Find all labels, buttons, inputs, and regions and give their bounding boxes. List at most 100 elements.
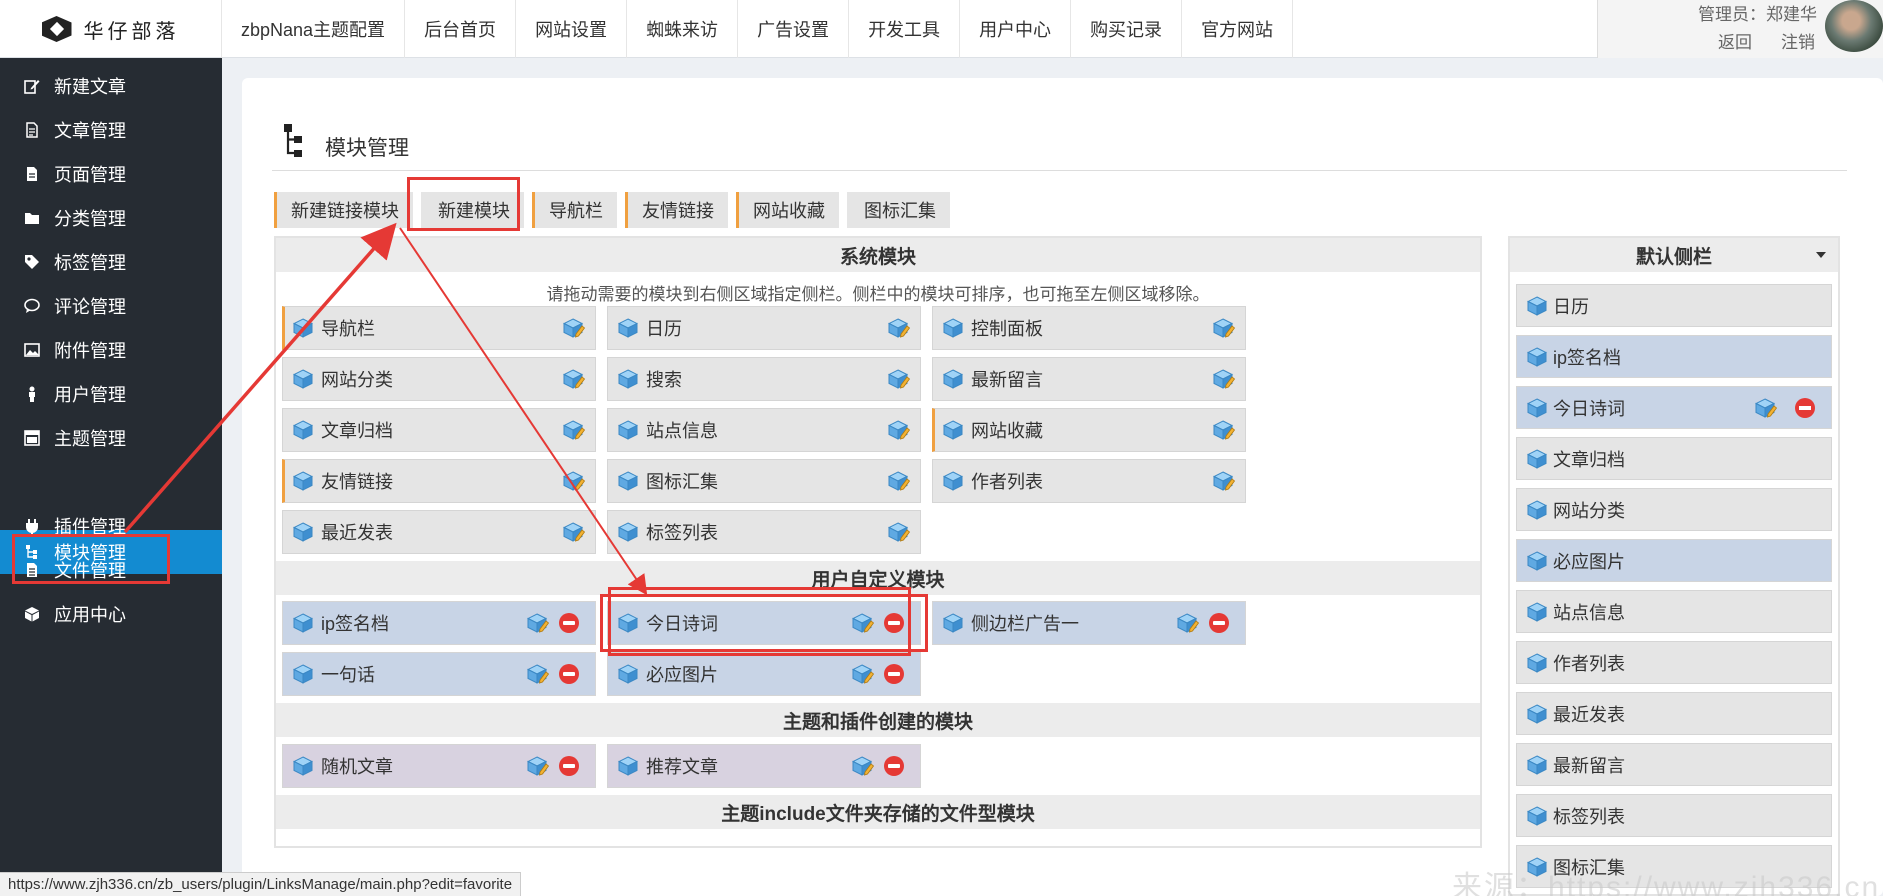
module-recent-posts[interactable]: 最近发表: [282, 510, 596, 554]
sidebar-module-tag-list[interactable]: 标签列表: [1516, 794, 1832, 837]
sidebar-item-users[interactable]: 用户管理: [0, 372, 222, 416]
avatar[interactable]: [1825, 0, 1883, 52]
tab-favorites[interactable]: 网站收藏: [736, 192, 839, 228]
tab-friend-links[interactable]: 友情链接: [625, 192, 728, 228]
module-sidebar-ad-1[interactable]: 侧边栏广告一: [932, 601, 1246, 645]
sidebar-module-ip-signature[interactable]: ip签名档: [1516, 335, 1832, 378]
sidebar-module-site-categories[interactable]: 网站分类: [1516, 488, 1832, 531]
collapse-caret-icon[interactable]: [1816, 252, 1826, 258]
sidebar-module-site-info[interactable]: 站点信息: [1516, 590, 1832, 633]
edit-module-icon[interactable]: [888, 419, 910, 441]
edit-module-icon[interactable]: [888, 317, 910, 339]
edit-module-icon[interactable]: [1213, 419, 1235, 441]
edit-module-icon[interactable]: [563, 317, 585, 339]
edit-module-icon[interactable]: [1213, 317, 1235, 339]
edit-module-icon[interactable]: [527, 612, 549, 634]
delete-module-icon[interactable]: [884, 756, 904, 776]
module-recommended-posts[interactable]: 推荐文章: [607, 744, 921, 788]
edit-module-icon[interactable]: [563, 470, 585, 492]
edit-module-icon[interactable]: [852, 755, 874, 777]
nav-item-user-center[interactable]: 用户中心: [960, 0, 1072, 58]
edit-module-icon[interactable]: [527, 663, 549, 685]
edit-module-icon[interactable]: [1213, 368, 1235, 390]
edit-module-icon[interactable]: [888, 368, 910, 390]
delete-module-icon[interactable]: [884, 664, 904, 684]
sidebar-item-files[interactable]: 文件管理: [0, 548, 222, 592]
sidebar-item-categories[interactable]: 分类管理: [0, 196, 222, 240]
nav-item-dashboard[interactable]: 后台首页: [405, 0, 517, 58]
sidebar-item-articles[interactable]: 文章管理: [0, 108, 222, 152]
nav-item-dev-tools[interactable]: 开发工具: [849, 0, 961, 58]
edit-module-icon[interactable]: [852, 663, 874, 685]
module-navbar[interactable]: 导航栏: [282, 306, 596, 350]
logout-link[interactable]: 注销: [1781, 28, 1815, 53]
sidebar-module-recent-posts[interactable]: 最近发表: [1516, 692, 1832, 735]
delete-module-icon[interactable]: [559, 664, 579, 684]
tab-navbar[interactable]: 导航栏: [532, 192, 617, 228]
module-ip-signature[interactable]: ip签名档: [282, 601, 596, 645]
edit-module-icon[interactable]: [1213, 470, 1235, 492]
sidebar-item-app-center[interactable]: 应用中心: [0, 592, 222, 636]
sidebar-module-bing-image[interactable]: 必应图片: [1516, 539, 1832, 582]
nav-item-site-settings[interactable]: 网站设置: [516, 0, 628, 58]
module-random-posts[interactable]: 随机文章: [282, 744, 596, 788]
tab-new-link-module[interactable]: 新建链接模块: [274, 192, 413, 228]
module-site-categories[interactable]: 网站分类: [282, 357, 596, 401]
sidebar-item-attachments[interactable]: 附件管理: [0, 328, 222, 372]
sidebar-item-new-article[interactable]: 新建文章: [0, 64, 222, 108]
brand-logo[interactable]: 华仔部落: [0, 0, 222, 58]
sidebar-item-plugins[interactable]: 插件管理: [0, 504, 222, 548]
sidebar-item-pages[interactable]: 页面管理: [0, 152, 222, 196]
back-link[interactable]: 返回: [1718, 28, 1752, 53]
delete-module-icon[interactable]: [559, 756, 579, 776]
nav-item-spider-visits[interactable]: 蜘蛛来访: [627, 0, 739, 58]
module-tag-list[interactable]: 标签列表: [607, 510, 921, 554]
edit-module-icon[interactable]: [852, 612, 874, 634]
sidebar-module-latest-messages[interactable]: 最新留言: [1516, 743, 1832, 786]
delete-module-icon[interactable]: [1209, 613, 1229, 633]
sidebar-item-comments[interactable]: 评论管理: [0, 284, 222, 328]
module-favorites[interactable]: 网站收藏: [932, 408, 1246, 452]
module-friend-links[interactable]: 友情链接: [282, 459, 596, 503]
module-author-list[interactable]: 作者列表: [932, 459, 1246, 503]
module-icon-collection[interactable]: 图标汇集: [607, 459, 921, 503]
sidebar-module-author-list[interactable]: 作者列表: [1516, 641, 1832, 684]
sidebar-item-label: 插件管理: [54, 517, 126, 537]
nav-item-official-site[interactable]: 官方网站: [1182, 0, 1294, 58]
tab-new-module[interactable]: 新建模块: [421, 192, 524, 228]
module-site-info[interactable]: 站点信息: [607, 408, 921, 452]
module-control-panel[interactable]: 控制面板: [932, 306, 1246, 350]
delete-module-icon[interactable]: [1795, 397, 1815, 418]
sidebar-item-tags[interactable]: 标签管理: [0, 240, 222, 284]
nav-item-ad-settings[interactable]: 广告设置: [738, 0, 850, 58]
edit-module-icon[interactable]: [888, 521, 910, 543]
module-latest-messages[interactable]: 最新留言: [932, 357, 1246, 401]
module-daily-poem[interactable]: 今日诗词: [600, 594, 928, 652]
cube-icon: [293, 471, 313, 491]
cube-icon: [1527, 398, 1547, 418]
attachment-icon: [24, 342, 40, 358]
sidebar-item-themes[interactable]: 主题管理: [0, 416, 222, 460]
delete-module-icon[interactable]: [884, 613, 904, 633]
edit-module-icon[interactable]: [563, 419, 585, 441]
module-bing-image[interactable]: 必应图片: [607, 652, 921, 696]
edit-module-icon[interactable]: [1755, 397, 1777, 419]
logo-icon: [41, 16, 72, 42]
page-title: 模块管理: [325, 137, 409, 160]
edit-module-icon[interactable]: [888, 470, 910, 492]
nav-item-purchase-records[interactable]: 购买记录: [1071, 0, 1183, 58]
tab-icon-collection[interactable]: 图标汇集: [847, 192, 950, 228]
sidebar-module-daily-poem[interactable]: 今日诗词: [1516, 386, 1832, 429]
sidebar-module-archives[interactable]: 文章归档: [1516, 437, 1832, 480]
module-search[interactable]: 搜索: [607, 357, 921, 401]
delete-module-icon[interactable]: [559, 613, 579, 633]
module-archives[interactable]: 文章归档: [282, 408, 596, 452]
edit-module-icon[interactable]: [563, 368, 585, 390]
module-one-sentence[interactable]: 一句话: [282, 652, 596, 696]
module-calendar[interactable]: 日历: [607, 306, 921, 350]
edit-module-icon[interactable]: [563, 521, 585, 543]
edit-module-icon[interactable]: [527, 755, 549, 777]
sidebar-module-calendar[interactable]: 日历: [1516, 284, 1832, 327]
nav-item-theme-config[interactable]: zbpNana主题配置: [222, 0, 406, 58]
edit-module-icon[interactable]: [1177, 612, 1199, 634]
